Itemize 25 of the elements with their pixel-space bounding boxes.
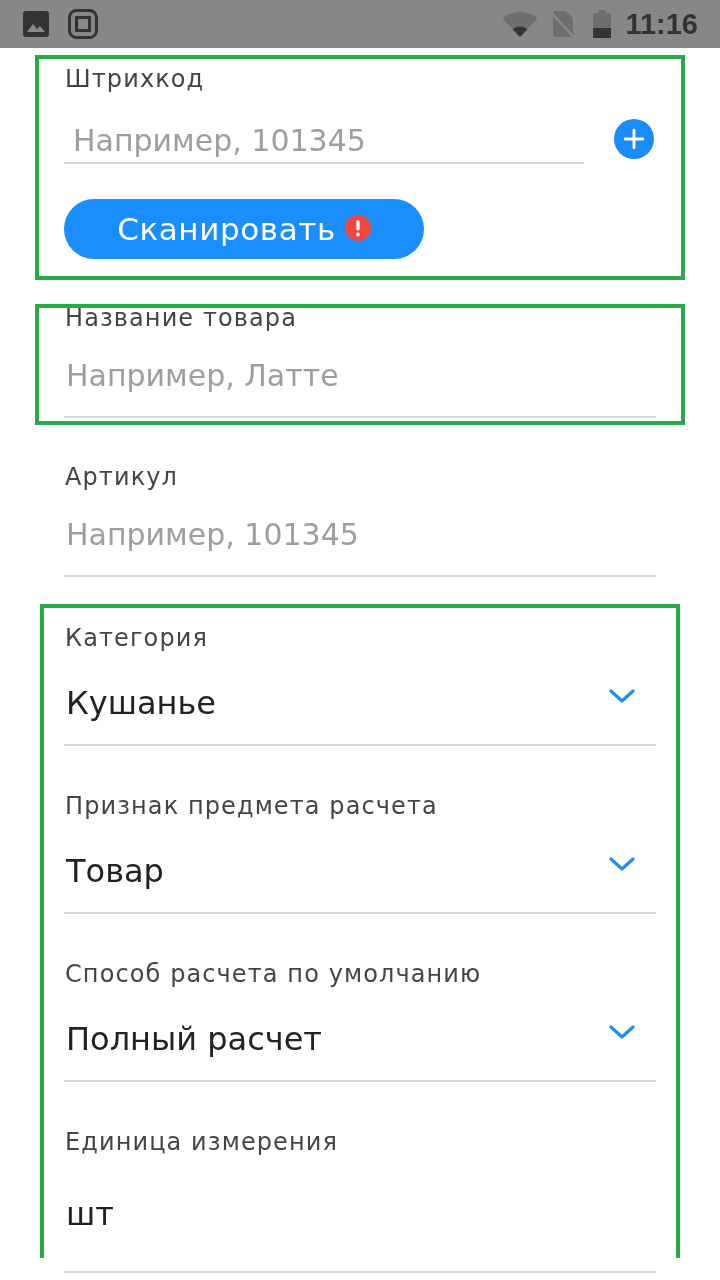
wifi-icon xyxy=(502,10,539,38)
dropdown-field[interactable]: Товар xyxy=(64,820,656,914)
dropdown-field[interactable]: Кушанье xyxy=(64,652,656,746)
field-label: Артикул xyxy=(64,463,179,491)
field-label: Штрихкод xyxy=(64,65,206,93)
add-button[interactable] xyxy=(614,119,654,159)
field-label: Признак предмета расчета xyxy=(64,792,439,820)
field-label: Единица измерения xyxy=(64,1128,339,1156)
field-label: Категория xyxy=(64,624,209,652)
input-field[interactable]: Например, 101345 xyxy=(64,491,656,577)
square-icon xyxy=(68,9,98,39)
input-field[interactable]: Например, Латте xyxy=(64,332,656,418)
chevron-down-icon xyxy=(609,857,635,871)
no-sim-icon xyxy=(551,10,576,38)
status-time: 11:16 xyxy=(625,7,698,41)
dropdown-field[interactable]: Полный расчет xyxy=(64,988,656,1082)
plus-icon xyxy=(623,128,645,150)
chevron-down-icon xyxy=(609,689,635,703)
input-field[interactable]: шт xyxy=(64,1156,656,1273)
battery-icon xyxy=(593,10,612,38)
field-label: Название товара xyxy=(64,304,298,332)
field-label: Способ расчета по умолчанию xyxy=(64,960,483,988)
input-field[interactable]: Например, 101345 xyxy=(64,93,584,164)
image-icon xyxy=(23,11,49,37)
chevron-down-icon xyxy=(609,1025,635,1039)
